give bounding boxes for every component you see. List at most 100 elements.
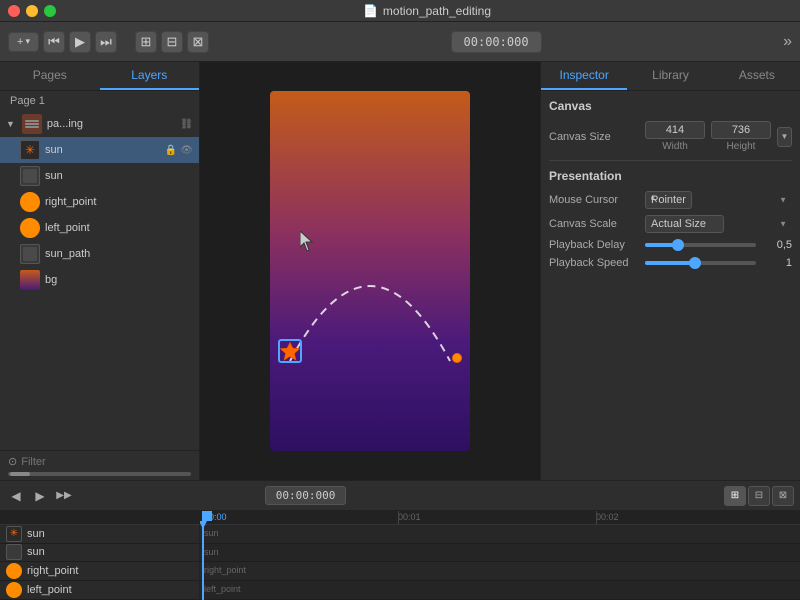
- sun-selection-border: [278, 339, 302, 363]
- layout2-button[interactable]: ⊟: [161, 31, 183, 53]
- window-title: 📄 motion_path_editing: [62, 4, 792, 18]
- timeline-play-button[interactable]: ▶: [30, 486, 50, 506]
- tab-library[interactable]: Library: [627, 62, 713, 90]
- track-thumb-sun-2: [6, 544, 22, 560]
- track-row-left-point[interactable]: left_point: [200, 581, 800, 600]
- layer-sun-static[interactable]: sun: [0, 163, 199, 189]
- track-row-sun-1[interactable]: sun: [200, 525, 800, 544]
- sun-element[interactable]: [278, 339, 302, 363]
- timeline-tracks: 00:00 00:01 00:02 sun sun right_point: [200, 511, 800, 600]
- add-button[interactable]: + ▾: [8, 32, 39, 52]
- playback-delay-label: Playback Delay: [549, 239, 639, 251]
- close-button[interactable]: [8, 5, 20, 17]
- timeline-view-btn-1[interactable]: ⊞: [724, 486, 746, 506]
- layer-name-bg: bg: [45, 274, 193, 286]
- layer-thumb-sun-path: [20, 244, 40, 264]
- timeline-label-right-point[interactable]: right_point: [0, 562, 199, 581]
- canvas-scale-select[interactable]: Actual Size Fit to Window 50% 200%: [645, 215, 724, 233]
- filter-input[interactable]: [21, 456, 191, 468]
- layer-name-group: pa...ing: [47, 118, 175, 130]
- layer-name-sun-path: sun_path: [45, 248, 193, 260]
- timeline-view-btn-2[interactable]: ⊟: [748, 486, 770, 506]
- canvas-section-title: Canvas: [549, 99, 792, 113]
- fastforward-button[interactable]: ⏭: [95, 31, 117, 53]
- more-button[interactable]: »: [783, 33, 792, 51]
- layer-sun-path[interactable]: sun_path: [0, 241, 199, 267]
- playback-speed-track[interactable]: [645, 261, 756, 265]
- maximize-button[interactable]: [44, 5, 56, 17]
- track-content-right-point: right_point: [204, 565, 246, 575]
- timeline-view-buttons: ⊞ ⊟ ⊠: [724, 486, 794, 506]
- layer-thumb-sun-static: [20, 166, 40, 186]
- layer-thumb-left-point: [20, 218, 40, 238]
- tab-layers[interactable]: Layers: [100, 62, 200, 90]
- expand-icon: ▼: [6, 119, 15, 129]
- timeline-rewind-button[interactable]: ◀: [6, 486, 26, 506]
- layout3-button[interactable]: ⊠: [187, 31, 209, 53]
- layer-icons-group: ⛓: [180, 119, 193, 130]
- star-icon: ✳: [25, 143, 35, 157]
- canvas-width-input[interactable]: [645, 121, 705, 139]
- timeline-label-sun-2[interactable]: sun: [0, 544, 199, 563]
- canvas-width-label: Width: [645, 141, 705, 152]
- track-row-sun-2[interactable]: sun: [200, 544, 800, 563]
- presentation-section-title: Presentation: [549, 169, 792, 183]
- play-button[interactable]: ▶: [69, 31, 91, 53]
- canvas-size-dropdown[interactable]: ▼: [777, 127, 792, 147]
- toolbar: + ▾ ⏮ ▶ ⏭ ⊞ ⊟ ⊠ 00:00:000 »: [0, 22, 800, 62]
- playback-delay-row: Playback Delay 0,5: [549, 239, 792, 251]
- tab-pages[interactable]: Pages: [0, 62, 100, 90]
- layout1-button[interactable]: ⊞: [135, 31, 157, 53]
- layer-group[interactable]: ▼ pa...ing ⛓: [0, 111, 199, 137]
- track-star-icon: ✳: [10, 528, 18, 539]
- timeline-label-left-point[interactable]: left_point: [0, 581, 199, 600]
- canvas-height-input[interactable]: [711, 121, 771, 139]
- scroll-bar[interactable]: [0, 472, 199, 478]
- track-name-left-point: left_point: [27, 584, 72, 596]
- layer-thumb-right-point: [20, 192, 40, 212]
- layer-bg[interactable]: bg: [0, 267, 199, 293]
- layer-sun-anim[interactable]: ✳ sun 🔒 👁: [0, 137, 199, 163]
- playback-delay-track[interactable]: [645, 243, 756, 247]
- track-content-sun-2: sun: [204, 547, 219, 557]
- lock-icon: 🔒: [165, 145, 177, 156]
- playback-speed-fill: [645, 261, 695, 265]
- timeline-label-sun-1[interactable]: ✳ sun: [0, 525, 199, 544]
- rewind-button[interactable]: ⏮: [43, 31, 65, 53]
- track-row-right-point[interactable]: right_point: [200, 562, 800, 581]
- mouse-cursor-select-wrapper[interactable]: Pointer Default None ↖: [645, 191, 792, 209]
- inspector-tabs: Inspector Library Assets: [541, 62, 800, 91]
- mouse-cursor-label: Mouse Cursor: [549, 194, 639, 206]
- timeline-toolbar: ◀ ▶ ▶▶ 00:00:000 ⊞ ⊟ ⊠: [0, 481, 800, 511]
- mouse-cursor-row: Mouse Cursor Pointer Default None ↖: [549, 191, 792, 209]
- scroll-thumb[interactable]: [10, 472, 30, 476]
- track-content-sun-1: sun: [204, 528, 219, 538]
- canvas-scale-select-wrapper[interactable]: Actual Size Fit to Window 50% 200%: [645, 215, 792, 233]
- layer-name-left-point: left_point: [45, 222, 193, 234]
- tab-inspector[interactable]: Inspector: [541, 62, 627, 90]
- timeline-view-btn-3[interactable]: ⊠: [772, 486, 794, 506]
- tab-assets[interactable]: Assets: [714, 62, 800, 90]
- layer-thumb-bg: [20, 270, 40, 290]
- ruler-mark-2: 00:02: [596, 512, 619, 522]
- layer-left-point[interactable]: left_point: [0, 215, 199, 241]
- minimize-button[interactable]: [26, 5, 38, 17]
- eye-icon: 👁: [180, 145, 193, 156]
- mouse-cursor-select[interactable]: Pointer Default None: [645, 191, 692, 209]
- filter-bar: ⊙: [0, 450, 199, 472]
- timeline-ff-button[interactable]: ▶▶: [54, 486, 74, 506]
- timeline-body: ✳ sun sun right_point left_point: [0, 511, 800, 600]
- right-panel: Inspector Library Assets Canvas Canvas S…: [540, 62, 800, 480]
- layer-right-point[interactable]: right_point: [0, 189, 199, 215]
- timeline-area: ◀ ▶ ▶▶ 00:00:000 ⊞ ⊟ ⊠ ✳ sun sun: [0, 480, 800, 600]
- playback-speed-thumb[interactable]: [689, 257, 701, 269]
- timeline-labels: ✳ sun sun right_point left_point: [0, 511, 200, 600]
- layer-name-sun-anim: sun: [45, 144, 160, 156]
- layer-thumb-sun-anim: ✳: [20, 140, 40, 160]
- right-point-dot[interactable]: [452, 353, 462, 363]
- track-thumb-sun-1: ✳: [6, 526, 22, 542]
- timeline-ruler: 00:00 00:01 00:02: [200, 511, 800, 525]
- playback-delay-value: 0,5: [762, 239, 792, 251]
- playback-delay-thumb[interactable]: [672, 239, 684, 251]
- ruler-tick-1: [398, 511, 399, 524]
